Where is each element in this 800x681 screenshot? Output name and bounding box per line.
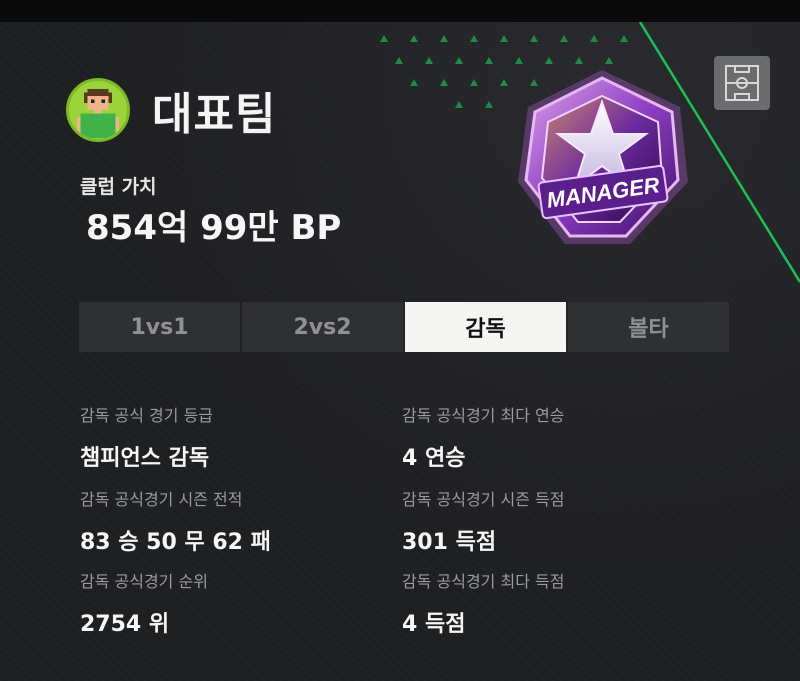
manager-star-badge: MANAGER	[518, 70, 688, 244]
stat-rank-value: 2754 위	[80, 612, 170, 637]
stat-rank-label: 감독 공식경기 순위	[80, 572, 208, 591]
stat-season-goals-value: 301 득점	[402, 530, 497, 555]
stat-max-goals-value: 4 득점	[402, 612, 466, 637]
stat-grade: 감독 공식 경기 등급 챔피언스 감독	[80, 402, 400, 472]
stat-season-goals-label: 감독 공식경기 시즌 득점	[402, 490, 565, 509]
stat-season-goals: 감독 공식경기 시즌 득점 301 득점	[402, 486, 722, 556]
formation-field-button[interactable]	[714, 56, 770, 110]
stat-season-record-value: 83 승 50 무 62 패	[80, 530, 271, 555]
team-header: 대표팀	[66, 78, 276, 142]
tab-volta[interactable]: 볼타	[568, 302, 729, 352]
stat-season-record-label: 감독 공식경기 시즌 전적	[80, 490, 243, 509]
stat-rank: 감독 공식경기 순위 2754 위	[80, 568, 400, 638]
team-name: 대표팀	[152, 89, 277, 140]
stat-grade-value: 챔피언스 감독	[80, 446, 210, 471]
tab-1vs1[interactable]: 1vs1	[79, 302, 240, 352]
stat-max-goals-label: 감독 공식경기 최다 득점	[402, 572, 565, 591]
player-avatar-icon	[66, 78, 130, 142]
tab-manager[interactable]: 감독	[405, 302, 566, 352]
soccer-field-icon	[725, 65, 759, 101]
stat-grade-label: 감독 공식 경기 등급	[80, 406, 214, 425]
stat-max-streak-label: 감독 공식경기 최다 연승	[402, 406, 565, 425]
stat-max-goals: 감독 공식경기 최다 득점 4 득점	[402, 568, 722, 638]
mode-tabs: 1vs1 2vs2 감독 볼타	[79, 302, 729, 352]
stat-max-streak-value: 4 연승	[402, 446, 466, 471]
club-value-label: 클럽 가치	[80, 176, 157, 198]
stat-season-record: 감독 공식경기 시즌 전적 83 승 50 무 62 패	[80, 486, 400, 556]
tab-2vs2[interactable]: 2vs2	[242, 302, 403, 352]
club-value: 854억 99만 BP	[86, 208, 342, 248]
club-profile-panel: 대표팀 클럽 가치 854억 99만 BP MANAGER 1vs1 2vs2 …	[0, 22, 800, 681]
stat-max-streak: 감독 공식경기 최다 연승 4 연승	[402, 402, 722, 472]
top-bar	[0, 0, 800, 22]
